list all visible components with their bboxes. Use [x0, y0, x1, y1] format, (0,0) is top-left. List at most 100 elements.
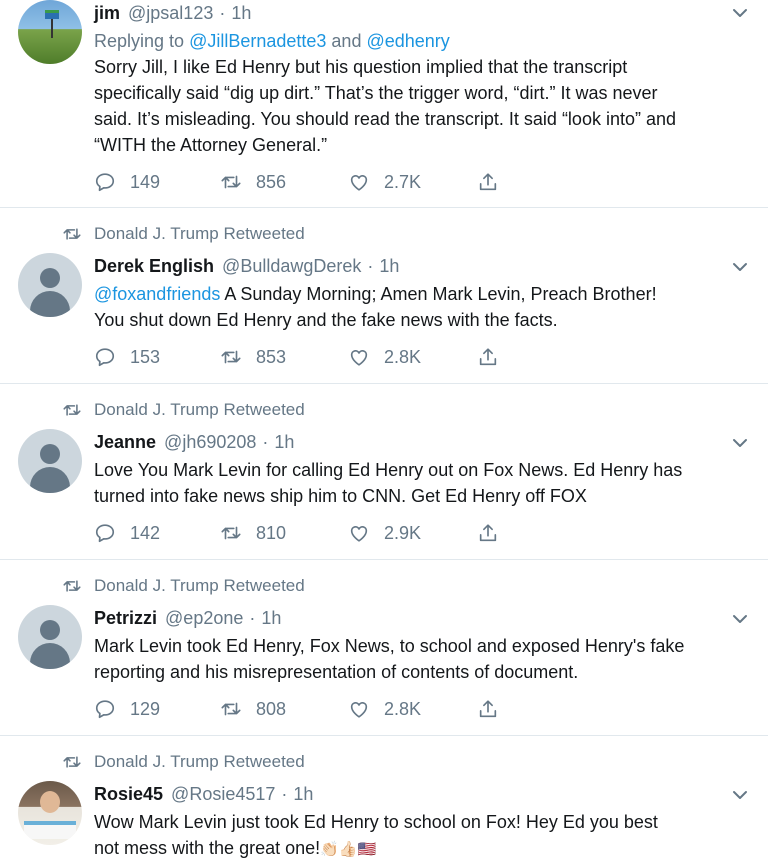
share-icon: [479, 700, 497, 718]
heart-icon: [350, 175, 368, 191]
like-button[interactable]: 2.7K: [348, 171, 421, 193]
display-name[interactable]: Rosie45: [94, 784, 163, 805]
tweet-header: jim @jpsal123 · 1h: [94, 0, 748, 26]
avatar[interactable]: [18, 781, 82, 845]
reply-count: 142: [130, 522, 161, 543]
share-icon: [479, 524, 497, 542]
retweeted-by: Donald J. Trump Retweeted: [62, 222, 305, 246]
avatar[interactable]: [18, 253, 82, 317]
tweet-header: Jeanne @jh690208 · 1h: [94, 429, 748, 455]
tweet-header: Rosie45 @Rosie4517 · 1h: [94, 781, 748, 807]
tweet-header: Derek English @BulldawgDerek · 1h: [94, 253, 748, 279]
retweet-button[interactable]: 808: [220, 698, 286, 720]
like-count: 2.7K: [384, 171, 422, 192]
mention-link[interactable]: @JillBernadette3: [189, 31, 326, 51]
tweet[interactable]: Donald J. Trump Retweeted Jeanne @jh6902…: [0, 384, 768, 559]
tweet-text-line: @foxandfriends A Sunday Morning; Amen Ma…: [94, 281, 748, 307]
retweeted-by-label[interactable]: Donald J. Trump Retweeted: [94, 224, 305, 244]
display-name[interactable]: Petrizzi: [94, 608, 157, 629]
tweet-text-line: turned into fake news ship him to CNN. G…: [94, 486, 587, 506]
reply-button[interactable]: 129: [94, 698, 160, 720]
timestamp[interactable]: 1h: [379, 256, 399, 277]
timestamp[interactable]: 1h: [274, 432, 294, 453]
reply-button[interactable]: 142: [94, 522, 160, 544]
replying-to: Replying to @JillBernadette3 and @edhenr…: [94, 28, 748, 54]
tweet-text-fragment: A Sunday Morning; Amen Mark Levin, Preac…: [220, 284, 657, 304]
retweet-button[interactable]: 810: [220, 522, 286, 544]
like-count: 2.9K: [384, 522, 422, 543]
retweeted-by-label[interactable]: Donald J. Trump Retweeted: [94, 752, 305, 772]
display-name[interactable]: Derek English: [94, 256, 214, 277]
avatar[interactable]: [18, 429, 82, 493]
user-handle[interactable]: @Rosie4517: [171, 784, 275, 805]
reply-count: 129: [130, 698, 161, 719]
retweeted-by-label[interactable]: Donald J. Trump Retweeted: [94, 576, 305, 596]
retweeted-by: Donald J. Trump Retweeted: [62, 398, 305, 422]
emoji-group: 👏🏻👍🏻🇺🇸: [320, 841, 377, 858]
user-handle[interactable]: @jh690208: [164, 432, 256, 453]
reply-icon: [95, 524, 115, 543]
tweet-text-line: reporting and his misrepresentation of c…: [94, 662, 579, 682]
chevron-down-icon[interactable]: [730, 785, 750, 805]
avatar[interactable]: [18, 605, 82, 669]
retweet-button[interactable]: 856: [220, 171, 286, 193]
tweet-text-line: “WITH the Attorney General.”: [94, 135, 328, 155]
retweet-icon: [62, 753, 82, 771]
chevron-down-icon[interactable]: [730, 3, 750, 23]
share-button[interactable]: [477, 346, 499, 368]
reply-count: 153: [130, 346, 161, 367]
user-handle[interactable]: @jpsal123: [128, 3, 213, 24]
like-button[interactable]: 2.9K: [348, 522, 421, 544]
timestamp[interactable]: 1h: [231, 3, 251, 24]
avatar[interactable]: [18, 0, 82, 64]
user-handle[interactable]: @ep2one: [165, 608, 243, 629]
share-button[interactable]: [477, 698, 499, 720]
reply-icon: [95, 700, 115, 719]
reply-button[interactable]: 153: [94, 346, 160, 368]
retweet-icon: [221, 350, 241, 364]
tweet-text-line: specifically said “dig up dirt.” That’s …: [94, 83, 658, 103]
tweet[interactable]: Donald J. Trump Retweeted Derek English …: [0, 208, 768, 383]
chevron-down-icon[interactable]: [730, 257, 750, 277]
tweet[interactable]: Donald J. Trump Retweeted Rosie45 @Rosie…: [0, 736, 768, 864]
retweeted-by: Donald J. Trump Retweeted: [62, 574, 305, 598]
heart-icon: [350, 526, 368, 542]
retweet-icon: [221, 702, 241, 716]
retweet-icon: [62, 401, 82, 419]
retweeted-by-label[interactable]: Donald J. Trump Retweeted: [94, 400, 305, 420]
display-name[interactable]: jim: [94, 3, 120, 24]
timestamp[interactable]: 1h: [261, 608, 281, 629]
tweet-text: Wow Mark Levin just took Ed Henry to sch…: [94, 809, 748, 863]
like-button[interactable]: 2.8K: [348, 346, 421, 368]
reply-icon: [95, 173, 115, 192]
tweet-text: Love You Mark Levin for calling Ed Henry…: [94, 457, 748, 509]
mention-link[interactable]: @foxandfriends: [94, 284, 220, 304]
tweet[interactable]: jim @jpsal123 · 1h Replying to @JillBern…: [0, 0, 768, 207]
retweet-count: 808: [256, 698, 287, 719]
separator-dot: ·: [219, 2, 226, 23]
mention-link[interactable]: @edhenry: [366, 31, 449, 51]
chevron-down-icon[interactable]: [730, 609, 750, 629]
tweet[interactable]: Donald J. Trump Retweeted Petrizzi @ep2o…: [0, 560, 768, 735]
reply-button[interactable]: 149: [94, 171, 160, 193]
like-button[interactable]: 2.8K: [348, 698, 421, 720]
separator-dot: ·: [281, 783, 288, 804]
tweet-actions: 153 853 2.8K: [94, 342, 514, 372]
tweet-text-line: not mess with the great one!👏🏻👍🏻🇺🇸: [94, 835, 748, 863]
tweet-text: @foxandfriends A Sunday Morning; Amen Ma…: [94, 281, 748, 333]
user-handle[interactable]: @BulldawgDerek: [222, 256, 361, 277]
retweet-button[interactable]: 853: [220, 346, 286, 368]
tweet-text: Mark Levin took Ed Henry, Fox News, to s…: [94, 633, 748, 685]
display-name[interactable]: Jeanne: [94, 432, 156, 453]
separator-dot: ·: [367, 255, 374, 276]
share-icon: [479, 348, 497, 366]
timestamp[interactable]: 1h: [293, 784, 313, 805]
retweet-icon: [221, 175, 241, 189]
reply-count: 149: [130, 171, 161, 192]
chevron-down-icon[interactable]: [730, 433, 750, 453]
retweet-icon: [62, 225, 82, 243]
share-button[interactable]: [477, 171, 499, 193]
share-button[interactable]: [477, 522, 499, 544]
heart-icon: [350, 702, 368, 718]
tweet-text-line: Love You Mark Levin for calling Ed Henry…: [94, 460, 683, 480]
